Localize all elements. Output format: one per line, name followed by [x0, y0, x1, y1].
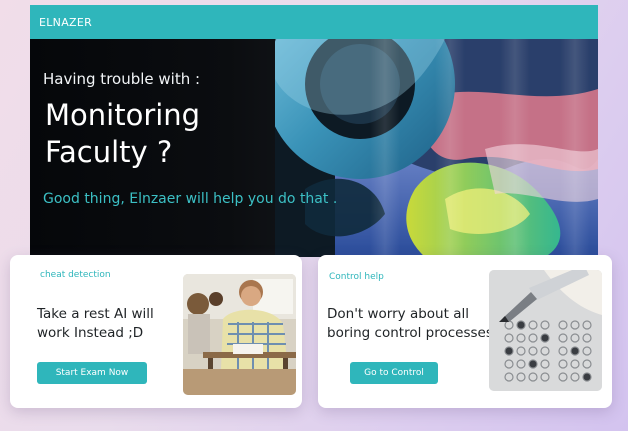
card-body: Take a rest AI will work Instead ;D: [37, 305, 154, 343]
answer-sheet-photo: [489, 270, 602, 391]
card-label: Control help: [329, 272, 384, 282]
card-body-line-1: Don't worry about all: [327, 306, 469, 322]
feature-card-cheat-detection: cheat detection Take a rest AI will work…: [10, 255, 302, 408]
hero-headline-line-1: Monitoring: [45, 98, 201, 132]
hero-kicker: Having trouble with :: [43, 70, 201, 88]
brand-logo[interactable]: ELNAZER: [39, 16, 92, 29]
card-label: cheat detection: [40, 270, 111, 280]
hero-tagline: Good thing, Elnzaer will help you do tha…: [43, 191, 338, 207]
card-body-line-2: boring control processes: [327, 325, 493, 341]
top-navbar: ELNAZER: [30, 5, 598, 39]
hero-frame: ELNAZER Having trouble with: Monitoring…: [30, 5, 598, 257]
students-exam-photo: [183, 274, 296, 395]
card-body: Don't worry about all boring control pro…: [327, 305, 493, 343]
hero-banner: Having trouble with : Monitoring Faculty…: [30, 39, 598, 257]
feature-card-control-help: Control help Don't worry about all borin…: [318, 255, 612, 408]
start-exam-button[interactable]: Start Exam Now: [37, 362, 147, 384]
card-body-line-1: Take a rest AI will: [37, 306, 154, 322]
go-to-control-button[interactable]: Go to Control: [350, 362, 438, 384]
card-body-line-2: work Instead ;D: [37, 325, 144, 341]
hero-headline-line-2: Faculty ?: [45, 135, 173, 169]
hero-abstract-artwork: [275, 39, 598, 257]
hero-headline: Monitoring Faculty ?: [45, 97, 200, 171]
